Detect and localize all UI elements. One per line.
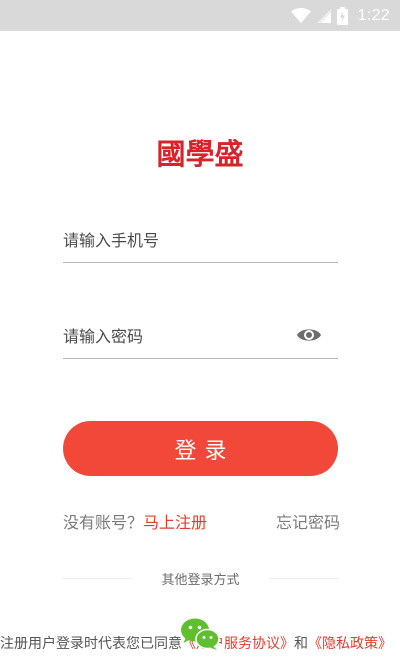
no-account-label: 没有账号？	[63, 513, 144, 532]
password-field-container	[63, 318, 338, 359]
eye-icon[interactable]	[296, 326, 322, 344]
account-links: 没有账号？马上注册 忘记密码	[63, 509, 340, 533]
wifi-icon	[290, 7, 311, 23]
signal-icon	[316, 8, 331, 23]
no-account-text: 没有账号？马上注册	[63, 509, 207, 533]
agreement-prefix: 注册用户登录时代表您已同意	[0, 636, 182, 652]
wechat-icon[interactable]	[180, 617, 220, 651]
agreement-conjunction: 和	[294, 636, 308, 652]
phone-field-container	[63, 222, 338, 263]
logo-text: 國學盛	[156, 137, 243, 170]
phone-input[interactable]	[63, 222, 283, 258]
other-login-divider: 其他登录方式	[63, 569, 338, 589]
login-button[interactable]: 登录	[63, 421, 338, 476]
divider-line-right	[270, 578, 338, 579]
privacy-policy-link[interactable]: 《隐私政策》	[308, 636, 392, 652]
forgot-password-link[interactable]: 忘记密码	[276, 509, 340, 533]
battery-icon	[336, 6, 348, 25]
app-logo: 國學盛	[140, 136, 260, 170]
register-link[interactable]: 马上注册	[143, 513, 207, 532]
status-time: 1:22	[357, 6, 390, 24]
password-input[interactable]	[63, 318, 283, 354]
status-icons: 1:22	[290, 0, 390, 31]
status-bar: 1:22	[0, 0, 400, 31]
